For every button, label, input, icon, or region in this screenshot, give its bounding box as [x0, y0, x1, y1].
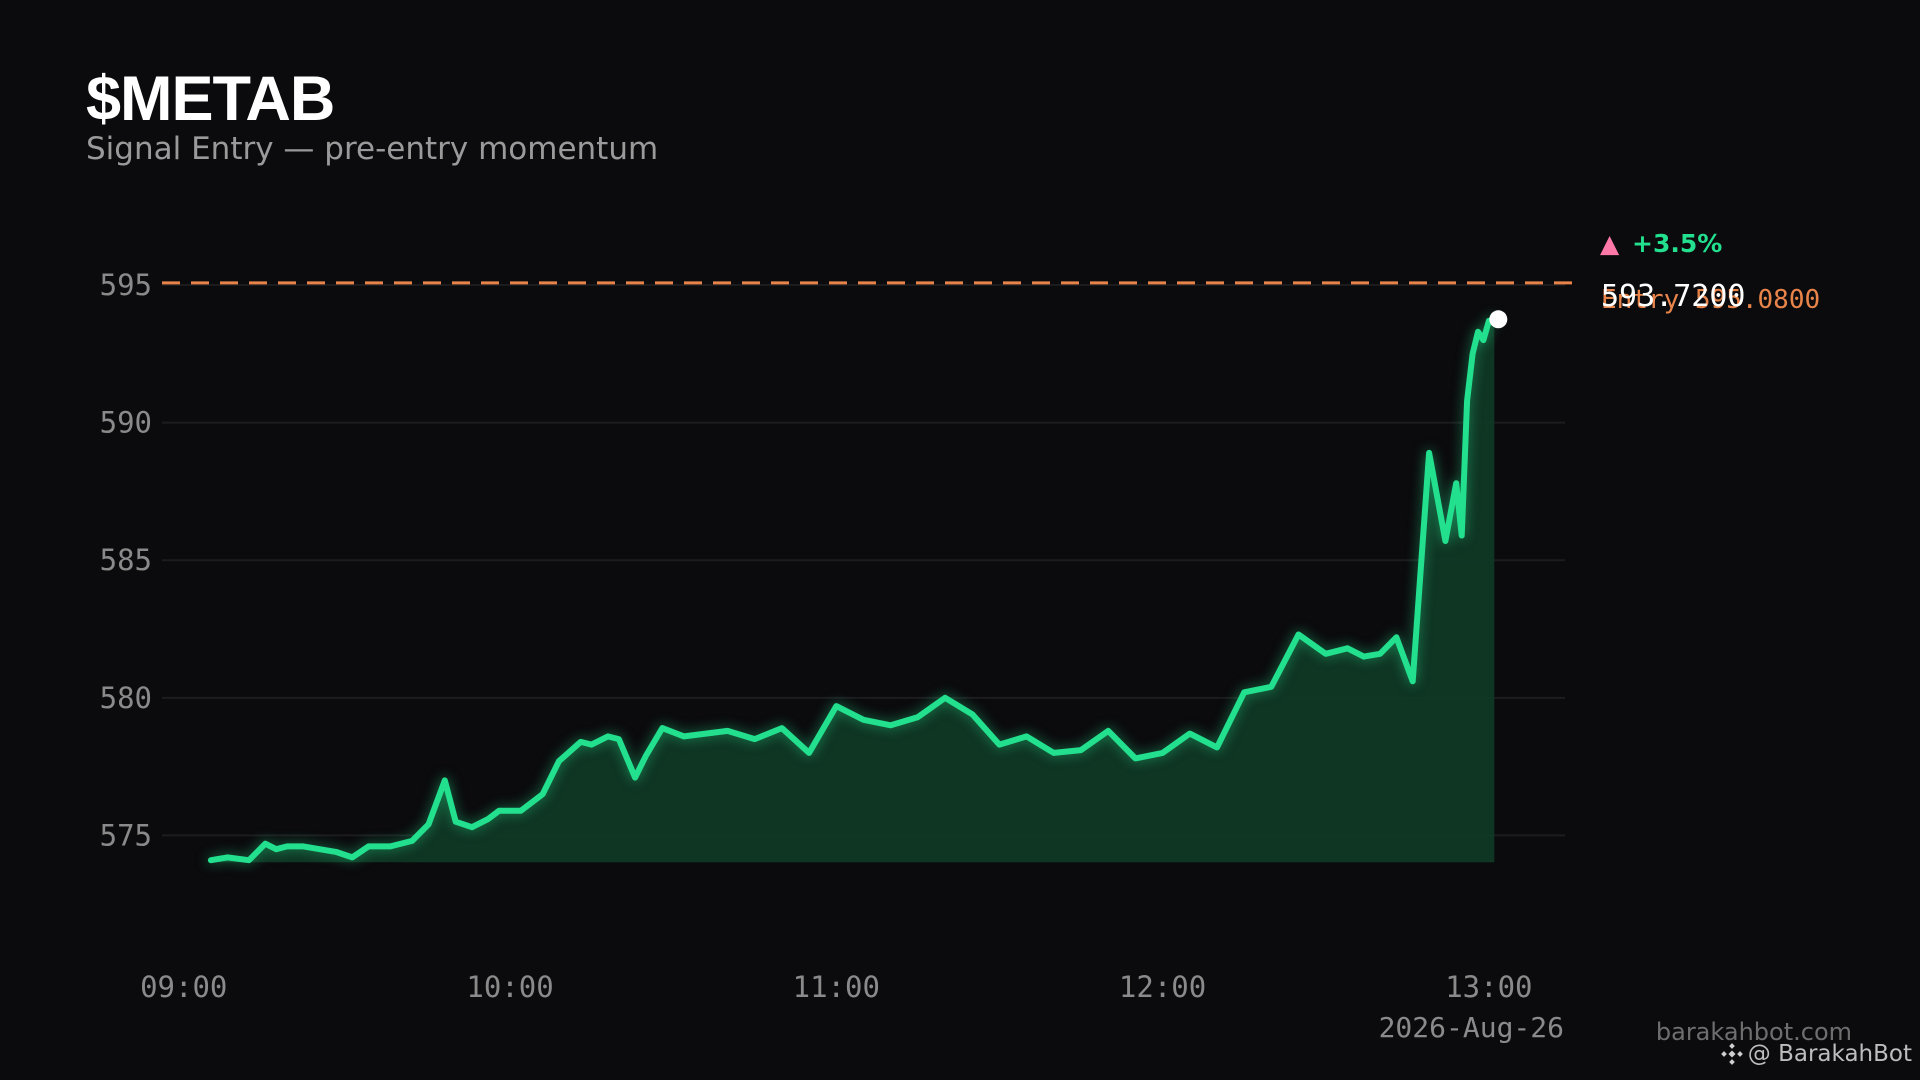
handle-text: @ BarakahBot — [1747, 1041, 1912, 1067]
y-tick-label: 595 — [100, 268, 152, 302]
last-price-dot — [1489, 310, 1508, 329]
x-axis-ticks: 09:00 10:00 11:00 12:00 13:00 — [140, 970, 1532, 1004]
x-tick-label: 13:00 — [1445, 970, 1532, 1004]
last-price-label: 593.7200 — [1601, 279, 1746, 314]
change-percent: +3.5% — [1632, 229, 1722, 258]
change-arrow-icon: ▲ — [1600, 229, 1620, 258]
price-chart: 575 580 585 590 595 09:00 10:00 11:00 12:00 13:0… — [100, 229, 1821, 1044]
price-area-fill — [210, 320, 1495, 863]
y-tick-label: 590 — [100, 406, 152, 440]
x-tick-label: 10:00 — [466, 970, 553, 1004]
y-tick-label: 580 — [100, 681, 152, 715]
y-tick-label: 575 — [100, 818, 152, 852]
x-tick-label: 09:00 — [140, 970, 227, 1004]
x-tick-label: 12:00 — [1119, 970, 1206, 1004]
x-tick-label: 11:00 — [793, 970, 880, 1004]
date-label: 2026-Aug-26 — [1379, 1011, 1564, 1044]
y-axis-ticks: 575 580 585 590 595 — [100, 268, 152, 852]
y-tick-label: 585 — [100, 543, 152, 577]
binance-logo-icon — [1720, 1043, 1743, 1065]
handle-watermark: @ BarakahBot — [1720, 1041, 1912, 1067]
